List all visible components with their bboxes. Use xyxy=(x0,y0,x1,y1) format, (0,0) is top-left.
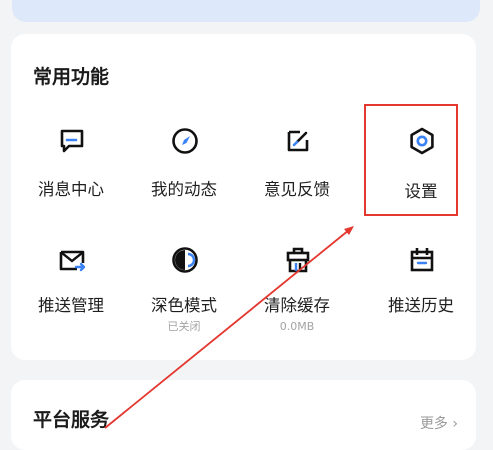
function-item-feedback[interactable]: 意见反馈 xyxy=(241,120,353,230)
function-label: 推送历史 xyxy=(388,296,454,315)
feedback-edit-icon xyxy=(283,126,313,156)
more-link[interactable]: 更多 › xyxy=(420,413,458,433)
platform-services-card: 平台服务 更多 › xyxy=(11,380,476,450)
dark-mode-icon xyxy=(170,245,200,275)
function-grid: 消息中心 我的动态 意见反馈 设置 推送管理 深色模式 已关闭 清除缓存 0.0… xyxy=(11,34,476,360)
clear-cache-icon xyxy=(283,245,313,275)
function-label: 我的动态 xyxy=(151,180,217,199)
function-item-push-history[interactable]: 推送历史 xyxy=(365,241,477,351)
compass-icon xyxy=(170,126,200,156)
top-shortcut-card xyxy=(12,0,480,22)
function-item-clear-cache[interactable]: 清除缓存 0.0MB xyxy=(241,241,353,351)
function-item-push-management[interactable]: 推送管理 xyxy=(15,241,127,351)
function-label: 推送管理 xyxy=(38,296,104,315)
message-center-icon xyxy=(57,126,87,156)
function-item-settings[interactable]: 设置 xyxy=(365,120,477,230)
function-label: 深色模式 xyxy=(151,296,217,315)
cache-size: 0.0MB xyxy=(279,320,315,333)
settings-hexagon-icon xyxy=(407,126,437,156)
section-title-platform: 平台服务 xyxy=(33,409,110,431)
more-label: 更多 xyxy=(419,416,448,432)
function-label: 设置 xyxy=(404,182,438,201)
function-item-dark-mode[interactable]: 深色模式 已关闭 xyxy=(128,241,240,351)
chevron-right-icon: › xyxy=(452,416,458,432)
function-item-message-center[interactable]: 消息中心 xyxy=(15,120,127,230)
function-item-my-activity[interactable]: 我的动态 xyxy=(128,120,240,230)
calendar-history-icon xyxy=(407,245,437,275)
function-label: 清除缓存 xyxy=(264,296,330,315)
dark-mode-status: 已关闭 xyxy=(167,320,201,333)
common-functions-card: 常用功能 消息中心 我的动态 意见反馈 设置 推送管理 深色模式 已关闭 清除缓… xyxy=(11,34,476,360)
function-label: 消息中心 xyxy=(38,180,104,199)
function-label: 意见反馈 xyxy=(264,180,330,199)
push-mail-icon xyxy=(57,245,87,275)
